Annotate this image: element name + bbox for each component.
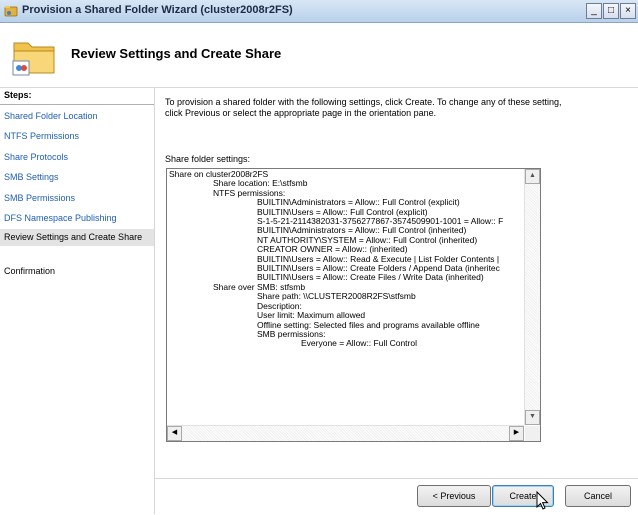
- steps-divider: [0, 104, 154, 105]
- scroll-left-icon[interactable]: ◀: [167, 426, 182, 441]
- step-ntfs-permissions[interactable]: NTFS Permissions: [4, 131, 79, 141]
- step-dfs-namespace-publishing[interactable]: DFS Namespace Publishing: [4, 213, 117, 223]
- window-title: Provision a Shared Folder Wizard (cluste…: [22, 4, 293, 16]
- settings-listbox[interactable]: Share on cluster2008r2FS Share location: …: [166, 168, 541, 442]
- scrollbar-corner: [525, 426, 540, 441]
- settings-list: Share on cluster2008r2FS Share location: …: [169, 170, 521, 426]
- intro-text: To provision a shared folder with the fo…: [165, 97, 562, 118]
- minimize-button[interactable]: _: [586, 3, 602, 19]
- settings-line: Share path: \\CLUSTER2008R2FS\stfsmb: [257, 291, 416, 302]
- settings-label: Share folder settings:: [165, 154, 251, 164]
- step-smb-settings[interactable]: SMB Settings: [4, 172, 59, 182]
- title-bar: Provision a Shared Folder Wizard (cluste…: [0, 0, 638, 23]
- scroll-down-icon[interactable]: ▼: [525, 410, 540, 425]
- maximize-button[interactable]: □: [603, 3, 619, 19]
- steps-heading: Steps:: [4, 90, 32, 100]
- scroll-right-icon[interactable]: ▶: [509, 426, 524, 441]
- close-button[interactable]: ×: [620, 3, 636, 19]
- step-review-settings-current: Review Settings and Create Share: [0, 229, 154, 246]
- steps-pane: Steps: Shared Folder Location NTFS Permi…: [0, 88, 155, 514]
- scroll-up-icon[interactable]: ▲: [525, 169, 540, 184]
- wizard-header: Review Settings and Create Share: [0, 23, 638, 88]
- step-share-protocols[interactable]: Share Protocols: [4, 152, 68, 162]
- shared-folder-icon: [12, 42, 55, 76]
- step-confirmation: Confirmation: [4, 266, 56, 276]
- page-title: Review Settings and Create Share: [71, 46, 282, 61]
- cancel-button[interactable]: Cancel: [565, 485, 631, 507]
- vertical-scrollbar[interactable]: ▲ ▼: [524, 169, 540, 425]
- previous-button[interactable]: < Previous: [417, 485, 491, 507]
- settings-line: Offline setting: Selected files and prog…: [257, 319, 480, 330]
- horizontal-scrollbar[interactable]: ◀ ▶: [167, 425, 524, 441]
- step-shared-folder-location[interactable]: Shared Folder Location: [4, 111, 98, 121]
- wizard-app-icon: [4, 6, 18, 17]
- main-content: To provision a shared folder with the fo…: [155, 88, 638, 478]
- create-button[interactable]: Create: [492, 485, 554, 507]
- step-smb-permissions[interactable]: SMB Permissions: [4, 193, 75, 203]
- wizard-footer: < Previous Create Cancel: [155, 478, 638, 515]
- settings-line: Everyone = Allow:: Full Control: [301, 338, 417, 349]
